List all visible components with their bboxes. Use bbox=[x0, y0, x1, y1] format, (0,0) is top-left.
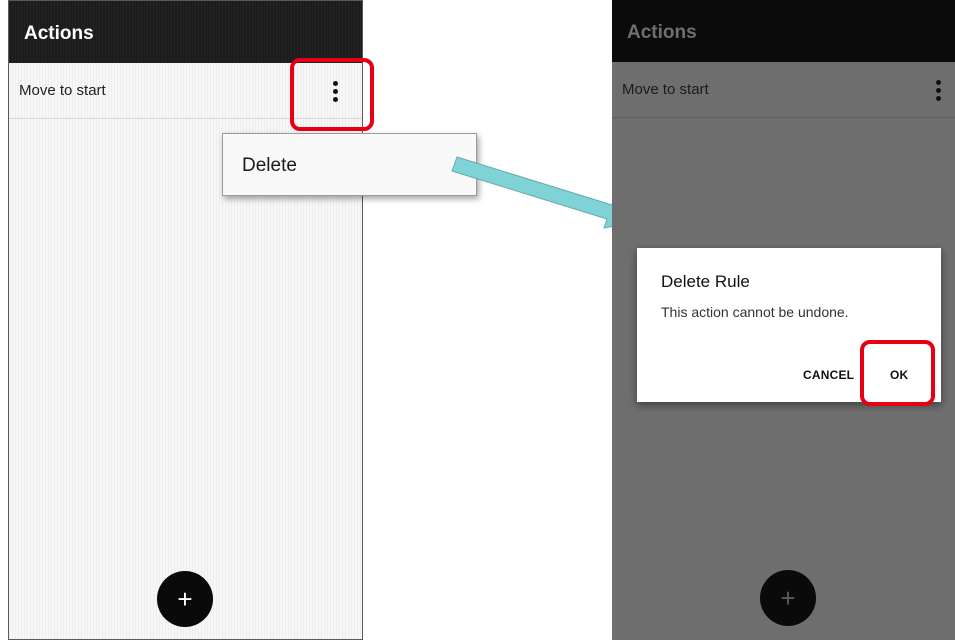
highlight-ok-button bbox=[860, 340, 935, 406]
more-vert-icon bbox=[928, 75, 948, 105]
dialog-title: Delete Rule bbox=[661, 272, 750, 291]
app-bar: Actions bbox=[9, 1, 362, 63]
list-item-label: Move to start bbox=[622, 81, 709, 98]
list-item: Move to start bbox=[612, 62, 955, 118]
add-button[interactable]: + bbox=[157, 571, 213, 627]
add-icon: + bbox=[177, 584, 193, 614]
app-bar: Actions bbox=[612, 0, 955, 62]
highlight-more-button bbox=[290, 58, 374, 131]
cancel-button[interactable]: CANCEL bbox=[803, 368, 854, 382]
dialog-message: This action cannot be undone. bbox=[661, 304, 849, 320]
add-icon: + bbox=[780, 583, 796, 613]
app-bar-title: Actions bbox=[627, 22, 697, 43]
popup-menu: Delete bbox=[222, 133, 477, 196]
menu-item-delete[interactable]: Delete bbox=[242, 155, 297, 177]
add-button: + bbox=[760, 570, 816, 626]
app-bar-title: Actions bbox=[24, 23, 94, 44]
list-item-label: Move to start bbox=[19, 82, 106, 99]
